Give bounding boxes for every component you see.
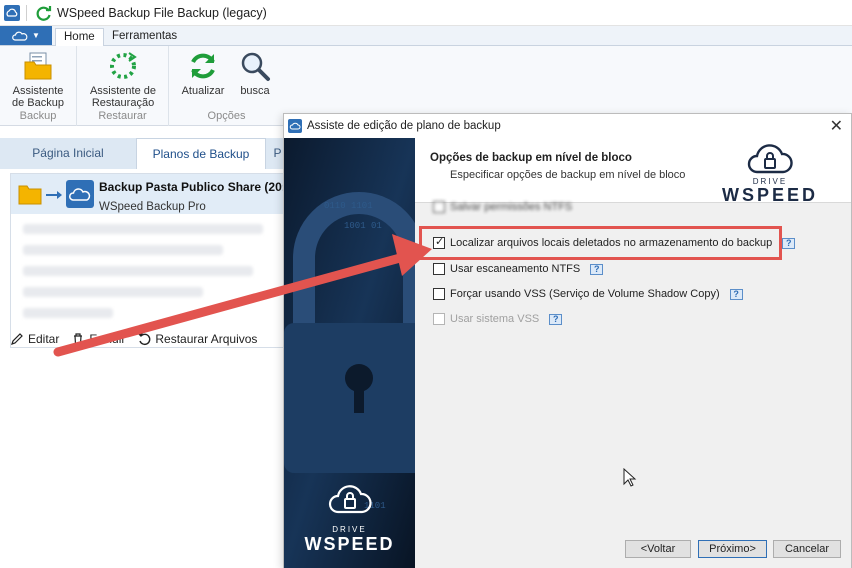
backup-folder-icon (24, 52, 52, 80)
dialog-title-bar: Assiste de edição de plano de backup ✕ (284, 114, 851, 138)
backup-wizard-button[interactable]: Assistente de Backup (8, 50, 68, 109)
help-icon[interactable]: ? (590, 263, 604, 275)
blurred-detail-row (23, 224, 263, 234)
blurred-detail-row (23, 308, 113, 318)
search-label: busca (240, 85, 270, 97)
side-brand-drive: DRIVE (332, 525, 367, 534)
side-brand-word: WSPEED (304, 534, 395, 554)
option-label: Salvar permissões NTFS (450, 201, 573, 213)
search-icon (241, 52, 270, 81)
checkbox[interactable] (433, 263, 445, 275)
restore-files-label: Restaurar Arquivos (155, 332, 258, 346)
dialog-subheading: Especificar opções de backup em nível de… (450, 169, 686, 181)
option-force-vss[interactable]: Forçar usando VSS (Serviço de Volume Sha… (433, 288, 743, 300)
back-button[interactable]: <Voltar (625, 540, 691, 558)
folder-to-cloud-icon (18, 180, 94, 208)
refresh-label: Atualizar (181, 85, 225, 97)
group-label-backup: Backup (19, 110, 57, 122)
title-bar: WSpeed Backup File Backup (legacy) (0, 0, 852, 26)
dialog-header: Opções de backup em nível de bloco Espec… (415, 138, 851, 204)
close-icon[interactable]: ✕ (830, 116, 843, 136)
restore-spinner-icon (110, 52, 137, 79)
side-brand: DRIVE WSPEED (284, 478, 415, 555)
help-icon[interactable]: ? (782, 237, 796, 249)
refresh-button[interactable]: Atualizar (179, 50, 227, 97)
plan-card-header: Backup Pasta Publico Share (20:00 WSpeed… (11, 174, 299, 214)
chevron-down-icon: ▼ (32, 31, 40, 40)
svg-text:1001 01: 1001 01 (344, 221, 382, 231)
dialog-title: Assiste de edição de plano de backup (307, 120, 501, 132)
drive-cloud-lock-icon (328, 485, 372, 514)
delete-label: Excluir (89, 332, 126, 346)
trash-icon (74, 333, 83, 345)
wizard-side-panel: 0110 1101 1001 01 1101 DRIVE WSPEED (284, 138, 415, 568)
window-title: WSpeed Backup File Backup (legacy) (57, 5, 267, 20)
blurred-detail-row (23, 266, 253, 276)
edit-label: Editar (28, 332, 60, 346)
search-button[interactable]: busca (233, 50, 277, 97)
dialog-heading: Opções de backup em nível de bloco (430, 152, 632, 164)
restore-wizard-label-1: Assistente de (89, 85, 157, 97)
checkbox[interactable] (433, 288, 445, 300)
cancel-button[interactable]: Cancelar (773, 540, 841, 558)
ribbon-group-restore: Assistente de Restauração Restaurar (77, 46, 169, 126)
plan-subtitle: WSpeed Backup Pro (99, 201, 206, 213)
cloud-app-icon (288, 119, 302, 133)
refresh-quick-icon[interactable] (35, 4, 53, 22)
brand-logo: DRIVE WSPEED (715, 142, 825, 204)
restore-files-action[interactable]: Restaurar Arquivos (137, 332, 257, 346)
plans-panel: Backup Pasta Publico Share (20:00 WSpeed… (0, 169, 299, 568)
mouse-cursor-icon (623, 468, 637, 487)
next-button[interactable]: Próximo> (698, 540, 767, 558)
ribbon-group-options: Atualizar busca Opções (169, 46, 284, 126)
delete-action[interactable]: Excluir (71, 332, 125, 346)
ribbon-tab-bar: ▼ Home Ferramentas (0, 26, 852, 46)
app-window: WSpeed Backup File Backup (legacy) ▼ Hom… (0, 0, 852, 568)
checkbox[interactable] (433, 201, 445, 213)
app-menu-button[interactable]: ▼ (0, 26, 52, 45)
blurred-detail-row (23, 287, 203, 297)
restore-wizard-button[interactable]: Assistente de Restauração (87, 50, 159, 109)
help-icon[interactable]: ? (729, 288, 743, 300)
tab-planos-de-backup[interactable]: Planos de Backup (136, 138, 266, 169)
option-label: Usar escaneamento NTFS (450, 263, 581, 275)
restore-wizard-label-2: Restauração (91, 97, 155, 109)
option-label: Forçar usando VSS (Serviço de Volume Sha… (450, 288, 720, 300)
tab-ferramentas[interactable]: Ferramentas (104, 28, 185, 46)
tab-pagina-inicial[interactable]: Página Inicial (0, 138, 136, 169)
option-system-vss: Usar sistema VSS ? (433, 313, 563, 325)
title-separator (26, 4, 27, 21)
refresh-icon (191, 53, 215, 79)
option-ntfs-permissions[interactable]: Salvar permissões NTFS (433, 201, 572, 213)
group-label-restore: Restaurar (98, 110, 147, 122)
backup-plan-wizard-dialog: Assiste de edição de plano de backup ✕ 0… (283, 113, 852, 568)
tab-home[interactable]: Home (55, 28, 104, 46)
drive-cloud-lock-icon (747, 144, 793, 174)
cloud-app-icon (4, 4, 20, 21)
help-icon[interactable]: ? (549, 313, 563, 325)
backup-wizard-label-2: de Backup (12, 97, 64, 109)
option-ntfs-scan[interactable]: Usar escaneamento NTFS ? (433, 263, 604, 275)
page-tab-bar: Página Inicial Planos de Backup P (0, 138, 285, 169)
ribbon-group-backup: Assistente de Backup Backup (0, 46, 77, 126)
checkbox-disabled (433, 313, 445, 325)
cloud-menu-icon (12, 31, 28, 41)
option-label: Usar sistema VSS (450, 313, 540, 325)
group-label-options: Opções (207, 110, 246, 122)
highlight-box (419, 226, 782, 260)
backup-wizard-label-1: Assistente (12, 85, 64, 97)
blurred-detail-row (23, 245, 223, 255)
plan-title: Backup Pasta Publico Share (20:00 (99, 180, 300, 194)
restore-arrow-icon (138, 333, 151, 346)
plan-card[interactable]: Backup Pasta Publico Share (20:00 WSpeed… (10, 173, 299, 348)
pencil-icon (11, 333, 23, 345)
dialog-footer: <Voltar Próximo> Cancelar (415, 532, 851, 568)
plan-actions-bar: Editar Excluir Restaurar Arquivos (10, 325, 285, 353)
svg-text:0110 1101: 0110 1101 (324, 201, 373, 211)
edit-action[interactable]: Editar (10, 332, 59, 346)
